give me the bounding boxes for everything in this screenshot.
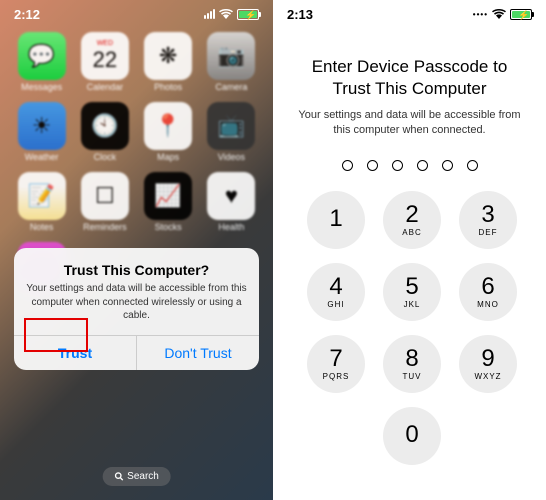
stocks-icon: 📈 [144,172,192,220]
key-4[interactable]: 4GHI [307,263,365,321]
key-2[interactable]: 2ABC [383,191,441,249]
search-pill[interactable]: Search [102,467,171,486]
time-left: 2:12 [14,7,40,22]
wifi-icon [492,9,506,19]
passcode-screen: 2:13 •••• ⚡ Enter Device Passcode to Tru… [273,0,546,500]
passcode-title: Enter Device Passcode to Trust This Comp… [297,56,522,100]
time-right: 2:13 [287,7,313,22]
status-bar-left: 2:12 ⚡ [0,0,273,24]
health-icon: ♥ [207,172,255,220]
passcode-dot [392,160,403,171]
status-icons-left: ⚡ [204,9,259,20]
trust-button[interactable]: Trust [14,336,137,370]
app-weather[interactable]: ☀Weather [14,102,69,162]
passcode-dot [367,160,378,171]
passcode-subtitle: Your settings and data will be accessibl… [297,108,522,138]
passcode-dot [467,160,478,171]
status-bar-right: 2:13 •••• ⚡ [273,0,546,24]
dialog-title: Trust This Computer? [26,262,247,278]
maps-icon: 📍 [144,102,192,150]
messages-icon: 💬 [18,32,66,80]
keypad: 1 2ABC 3DEF 4GHI 5JKL 6MNO 7PQRS 8TUV 9W… [273,183,546,473]
wifi-icon [219,9,233,19]
camera-icon: 📷 [207,32,255,80]
passcode-dot [417,160,428,171]
photos-icon: ❋ [144,32,192,80]
key-1[interactable]: 1 [307,191,365,249]
trust-dialog: Trust This Computer? Your settings and d… [14,248,259,370]
key-9[interactable]: 9WXYZ [459,335,517,393]
app-reminders[interactable]: ☐Reminders [77,172,132,232]
app-stocks[interactable]: 📈Stocks [141,172,196,232]
signal-icon [204,9,215,19]
notes-icon: 📝 [18,172,66,220]
key-3[interactable]: 3DEF [459,191,517,249]
dialog-message: Your settings and data will be accessibl… [26,282,247,323]
key-6[interactable]: 6MNO [459,263,517,321]
dont-trust-button[interactable]: Don't Trust [137,336,259,370]
weather-icon: ☀ [18,102,66,150]
key-8[interactable]: 8TUV [383,335,441,393]
dots-icon: •••• [473,10,488,19]
reminders-icon: ☐ [81,172,129,220]
app-calendar[interactable]: WED22Calendar [77,32,132,92]
key-7[interactable]: 7PQRS [307,335,365,393]
clock-icon: 🕙 [81,102,129,150]
status-icons-right: •••• ⚡ [473,9,532,20]
app-messages[interactable]: 💬Messages [14,32,69,92]
app-notes[interactable]: 📝Notes [14,172,69,232]
app-maps[interactable]: 📍Maps [141,102,196,162]
search-icon [114,472,123,481]
passcode-dot [442,160,453,171]
passcode-dot [342,160,353,171]
battery-icon: ⚡ [510,9,532,20]
app-camera[interactable]: 📷Camera [204,32,259,92]
battery-icon: ⚡ [237,9,259,20]
app-videos[interactable]: 📺Videos [204,102,259,162]
videos-icon: 📺 [207,102,255,150]
passcode-dots [273,146,546,183]
key-5[interactable]: 5JKL [383,263,441,321]
app-health[interactable]: ♥Health [204,172,259,232]
app-photos[interactable]: ❋Photos [141,32,196,92]
calendar-icon: WED22 [81,32,129,80]
key-0[interactable]: 0 [383,407,441,465]
app-clock[interactable]: 🕙Clock [77,102,132,162]
home-screen: 2:12 ⚡ 💬Messages WED22Calendar ❋Photos 📷… [0,0,273,500]
